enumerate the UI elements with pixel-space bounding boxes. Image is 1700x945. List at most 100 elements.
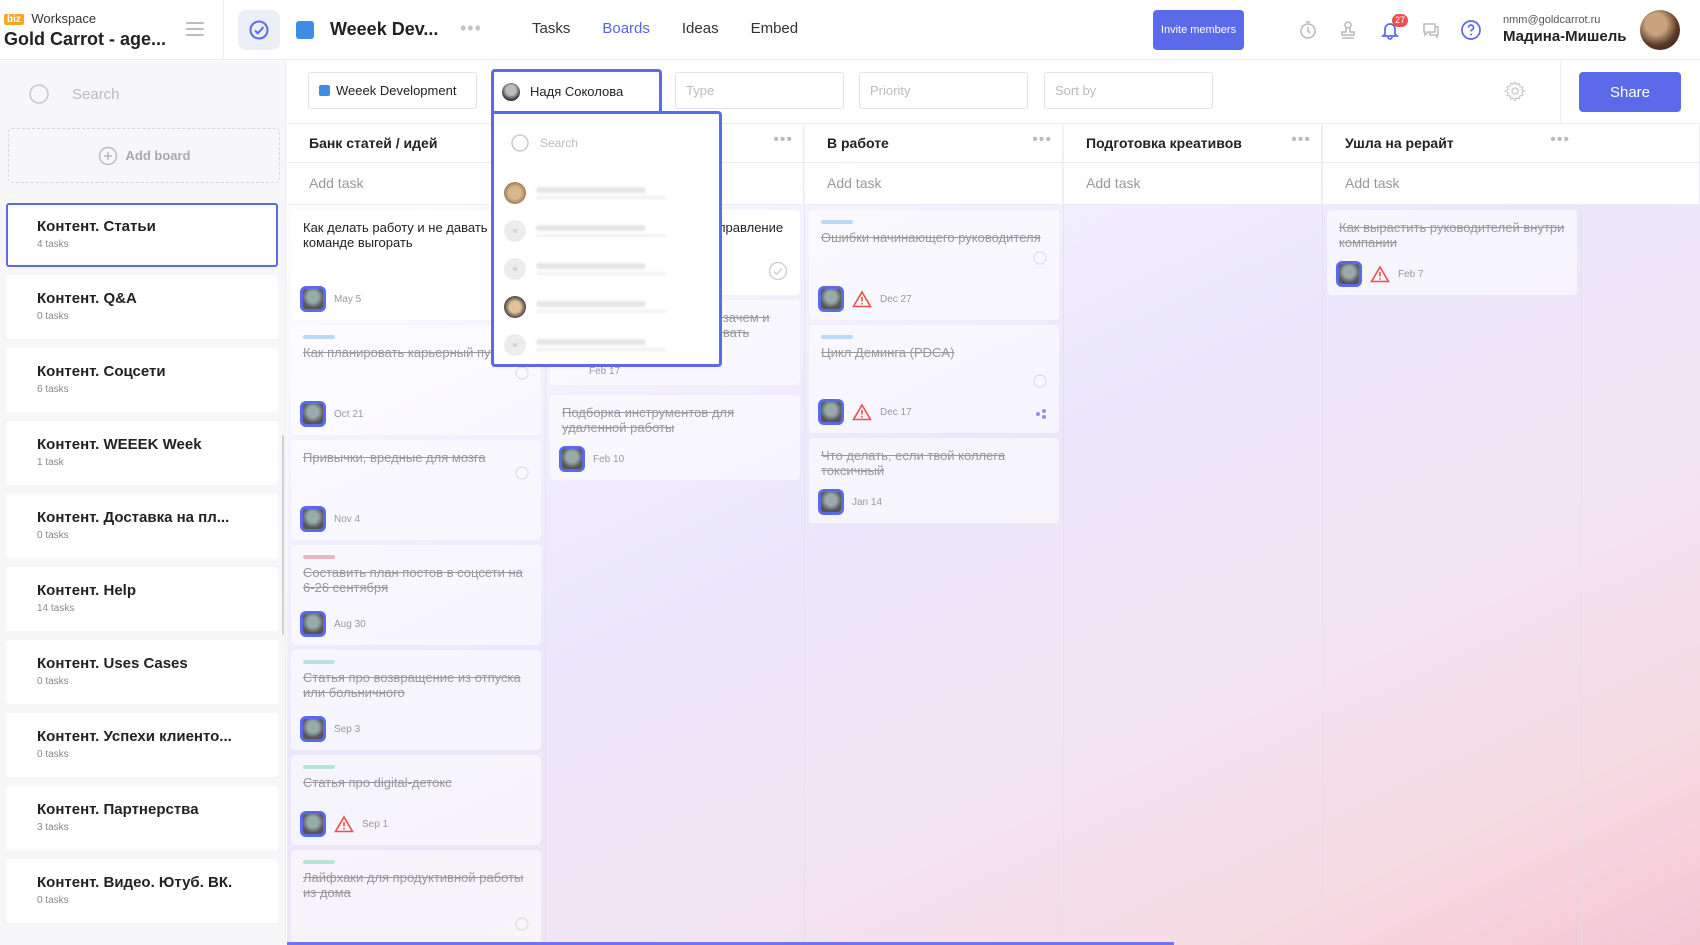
sort-filter[interactable]: Sort by [1044,72,1213,109]
plus-circle-icon [98,146,117,165]
board-name: Контент. Успехи клиенто... [37,728,232,745]
invite-members-button[interactable]: Invite members [1153,10,1244,50]
project-name[interactable]: Weeek Dev... [330,19,438,40]
check-icon[interactable] [515,917,529,931]
add-task-row[interactable]: Add task [1323,163,1700,205]
board-name: Контент. Доставка на пл... [37,509,230,526]
add-task-row[interactable]: Add task [805,163,1063,205]
column-more-icon[interactable]: ••• [1550,131,1570,149]
task-title: Статья про возвращение из отпуска или бо… [303,670,521,700]
sidebar-board-item[interactable]: Контент. Q&A 0 tasks [6,275,278,339]
assignee-avatar[interactable] [300,611,326,637]
column-more-icon[interactable]: ••• [773,131,793,149]
stamp-icon[interactable] [1336,18,1360,42]
sidebar-board-item[interactable]: Контент. Uses Cases 0 tasks [6,640,278,704]
user-name[interactable]: Мадина-Мишель [1503,28,1626,45]
assignee-option[interactable] [504,294,704,320]
column-more-icon[interactable]: ••• [1032,131,1052,149]
task-title: Как вырастить руководителей внутри компа… [1339,220,1565,250]
sort-filter-placeholder: Sort by [1055,83,1097,98]
bell-icon[interactable]: 27 [1378,14,1409,42]
sidebar-board-item[interactable]: Контент. Видео. Ютуб. ВК. 0 tasks [6,859,278,923]
sidebar-scrollbar[interactable] [282,435,284,635]
nav-ideas[interactable]: Ideas [682,20,719,37]
assignee-avatar[interactable] [559,446,585,472]
priority-filter[interactable]: Priority [859,72,1028,109]
assignee-option[interactable]: w [504,256,704,282]
task-card[interactable]: Лайфхаки для продуктивной работы из дома [291,850,541,945]
board-task-count: 0 tasks [37,530,69,541]
user-avatar[interactable] [1640,10,1680,50]
project-filter[interactable]: Weeek Development [308,72,477,109]
board-task-count: 14 tasks [37,603,75,614]
gear-icon[interactable] [1501,72,1529,109]
tasks-check-icon[interactable] [238,10,280,50]
add-board-button[interactable]: Add board [8,128,280,183]
assignee-search[interactable]: Search [510,133,578,153]
subtasks-icon[interactable] [1035,408,1047,420]
assignee-option[interactable]: w [504,332,704,358]
help-icon[interactable] [1459,18,1483,42]
assignee-avatar[interactable] [300,506,326,532]
column-header: В работе ••• [805,125,1063,163]
check-icon[interactable] [515,366,529,380]
assignee-avatar[interactable] [300,401,326,427]
task-date: Dec 17 [880,406,912,418]
nav-embed[interactable]: Embed [751,20,799,37]
assignee-avatar[interactable] [300,811,326,837]
sidebar-board-item[interactable]: Контент. WEEEK Week 1 task [6,421,278,485]
column-more-icon[interactable]: ••• [1291,131,1311,149]
notification-count: 27 [1392,14,1409,27]
workspace-label: Workspace [31,11,97,26]
share-button[interactable]: Share [1579,72,1681,112]
assignee-avatar[interactable] [818,489,844,515]
board-task-count: 4 tasks [37,239,69,250]
check-icon[interactable] [1033,251,1047,265]
type-filter[interactable]: Type [675,72,844,109]
timer-icon[interactable] [1296,18,1320,42]
nav-tasks[interactable]: Tasks [532,20,570,37]
sidebar-board-item[interactable]: Контент. Партнерства 3 tasks [6,786,278,850]
menu-icon[interactable] [186,22,204,40]
search-icon [511,134,529,152]
assignee-avatar[interactable] [1336,261,1362,287]
sidebar-board-item[interactable]: Контент. Доставка на пл... 0 tasks [6,494,278,558]
task-title: Составить план постов в соцсети на 6-26 … [303,565,523,595]
task-card[interactable]: Статья про digital-детокс Sep 1 [291,755,541,845]
check-icon[interactable] [515,466,529,480]
sidebar-board-item[interactable]: Контент. Статьи 4 tasks [6,203,278,267]
add-task-row[interactable]: Add task [1064,163,1322,205]
divider [223,0,224,60]
assignee-avatar[interactable] [300,716,326,742]
task-card[interactable]: Статья про возвращение из отпуска или бо… [291,650,541,750]
project-more-icon[interactable]: ••• [460,18,482,39]
task-date: Jan 14 [852,496,883,508]
sidebar-board-item[interactable]: Контент. Успехи клиенто... 0 tasks [6,713,278,777]
check-icon[interactable] [1033,374,1047,388]
search-icon [29,84,49,104]
task-card[interactable]: Цикл Деминга (PDCA) Dec 17 [809,325,1059,433]
assignee-filter[interactable]: Надя Соколова [491,69,662,111]
assignee-avatar[interactable] [818,286,844,312]
column-divider [1322,205,1323,945]
task-card[interactable]: Что делать, если твой коллега токсичный … [809,438,1059,523]
board-name: Контент. Q&A [37,290,137,307]
assignee-avatar[interactable] [818,399,844,425]
nav-boards[interactable]: Boards [602,20,650,37]
board-search[interactable]: Search [28,83,120,105]
task-card[interactable]: Ошибки начинающего руководителя Dec 27 [809,210,1059,320]
task-card[interactable]: Привычки, вредные для мозга Nov 4 [291,440,541,540]
workspace-switcher[interactable]: biz Workspace Gold Carrot - age... [4,10,166,50]
chat-icon[interactable] [1419,18,1443,42]
task-card[interactable]: Подборка инструментов для удаленной рабо… [550,395,800,480]
plan-badge: biz [4,14,24,25]
task-card[interactable]: Составить план постов в соцсети на 6-26 … [291,545,541,645]
task-card[interactable]: Как вырастить руководителей внутри компа… [1327,210,1577,295]
warning-icon [852,403,872,421]
sidebar-board-item[interactable]: Контент. Help 14 tasks [6,567,278,631]
check-icon[interactable] [768,261,788,281]
assignee-avatar[interactable] [300,286,326,312]
assignee-option[interactable]: w [504,218,704,244]
assignee-option[interactable] [504,180,704,206]
sidebar-board-item[interactable]: Контент. Соцсети 6 tasks [6,348,278,412]
